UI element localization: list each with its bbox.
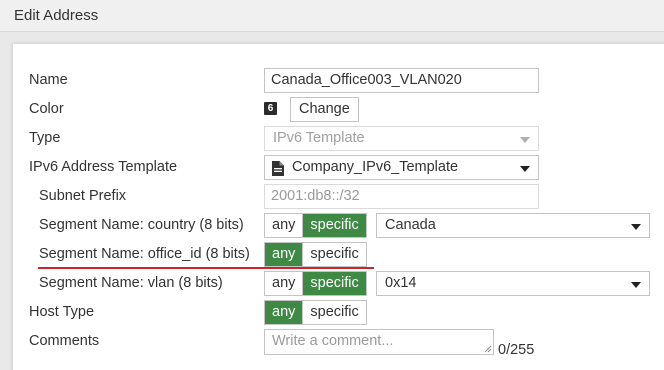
chevron-down-icon bbox=[631, 224, 641, 230]
resize-grip-icon[interactable] bbox=[484, 345, 492, 353]
name-label: Name bbox=[29, 72, 68, 88]
segment-vlan-any-option[interactable]: any bbox=[265, 272, 303, 295]
segment-country-toggle: any specific bbox=[264, 213, 367, 238]
segment-vlan-label: Segment Name: vlan (8 bits) bbox=[39, 275, 223, 291]
segment-office-toggle: any specific bbox=[264, 242, 367, 267]
change-color-button[interactable]: Change bbox=[290, 97, 359, 122]
comments-textarea[interactable]: Write a comment... bbox=[264, 329, 494, 355]
chevron-down-icon bbox=[631, 282, 641, 288]
host-type-any-option[interactable]: any bbox=[265, 301, 303, 324]
color-swatch-icon: 6 bbox=[264, 102, 277, 115]
name-input[interactable]: Canada_Office003_VLAN020 bbox=[264, 68, 539, 93]
segment-vlan-specific-option[interactable]: specific bbox=[302, 272, 366, 295]
segment-office-label: Segment Name: office_id (8 bits) bbox=[39, 246, 250, 262]
highlight-underline bbox=[38, 267, 374, 269]
segment-country-specific-option[interactable]: specific bbox=[302, 214, 366, 237]
subnet-prefix-label: Subnet Prefix bbox=[39, 188, 127, 204]
segment-country-select[interactable]: Canada bbox=[376, 213, 650, 238]
chevron-down-icon bbox=[520, 137, 530, 143]
file-icon bbox=[272, 161, 284, 176]
subnet-prefix-input[interactable]: 2001:db8::/32 bbox=[264, 184, 539, 209]
chevron-down-icon bbox=[520, 166, 530, 172]
host-type-specific-option[interactable]: specific bbox=[302, 301, 366, 324]
segment-vlan-select[interactable]: 0x14 bbox=[376, 271, 650, 296]
type-select[interactable]: IPv6 Template bbox=[264, 126, 539, 151]
segment-country-value: Canada bbox=[385, 217, 436, 233]
comments-placeholder: Write a comment... bbox=[272, 333, 394, 349]
segment-office-specific-option[interactable]: specific bbox=[302, 243, 366, 266]
host-type-toggle: any specific bbox=[264, 300, 367, 325]
comments-label: Comments bbox=[29, 333, 100, 349]
type-value: IPv6 Template bbox=[273, 130, 365, 146]
template-label: IPv6 Address Template bbox=[29, 159, 178, 175]
color-label: Color bbox=[29, 101, 64, 117]
template-select[interactable]: Company_IPv6_Template bbox=[264, 155, 539, 180]
segment-country-any-option[interactable]: any bbox=[265, 214, 303, 237]
segment-country-label: Segment Name: country (8 bits) bbox=[39, 217, 244, 233]
window-title: Edit Address bbox=[14, 7, 99, 24]
type-label: Type bbox=[29, 130, 61, 146]
segment-office-any-option[interactable]: any bbox=[265, 243, 303, 266]
segment-vlan-toggle: any specific bbox=[264, 271, 367, 296]
segment-vlan-value: 0x14 bbox=[385, 275, 417, 291]
comments-counter: 0/255 bbox=[498, 342, 535, 358]
template-value: Company_IPv6_Template bbox=[292, 159, 459, 175]
host-type-label: Host Type bbox=[29, 304, 95, 320]
window-titlebar: Edit Address bbox=[0, 0, 664, 32]
